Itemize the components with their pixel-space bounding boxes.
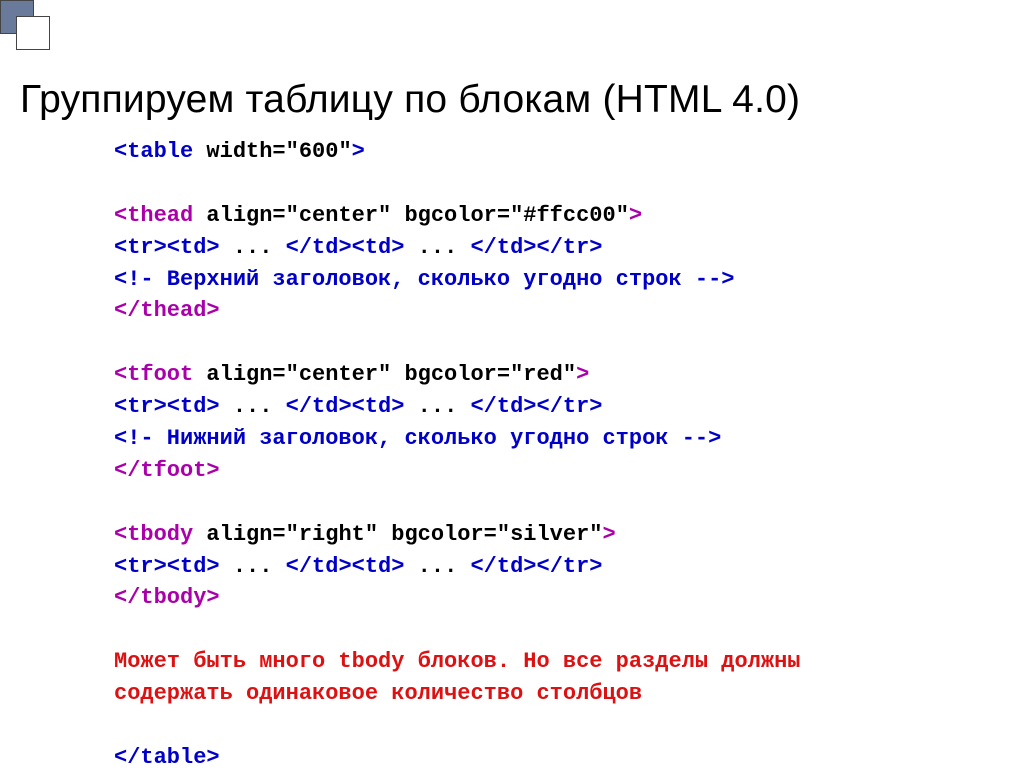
tag-table-open: <table [114, 139, 193, 164]
comment-top-header: <!- Верхний заголовок, сколько угодно ст… [114, 267, 735, 292]
tag-td-td: </td><td> [286, 554, 405, 579]
square-light [16, 16, 50, 50]
tag-tr-td: <tr><td> [114, 394, 220, 419]
tag-tbody-open: <tbody [114, 522, 193, 547]
tag-close-bracket: > [629, 203, 642, 228]
slide-bullet-decoration [0, 0, 150, 60]
attrs-thead: align="center" bgcolor="#ffcc00" [193, 203, 629, 228]
tag-td-td: </td><td> [286, 235, 405, 260]
note-line-1: Может быть много tbody блоков. Но все ра… [114, 649, 801, 674]
tag-thead-close: </thead> [114, 298, 220, 323]
ellipsis: ... [220, 554, 286, 579]
comment-bottom-header: <!- Нижний заголовок, сколько угодно стр… [114, 426, 721, 451]
tag-tr-td: <tr><td> [114, 235, 220, 260]
note-line-2: содержать одинаковое количество столбцов [114, 681, 642, 706]
tag-tbody-close: </tbody> [114, 585, 220, 610]
tag-td-tr-close: </td></tr> [470, 554, 602, 579]
ellipsis: ... [220, 394, 286, 419]
ellipsis: ... [404, 394, 470, 419]
slide-title: Группируем таблицу по блокам (HTML 4.0) [20, 78, 800, 122]
tag-close-bracket: > [352, 139, 365, 164]
ellipsis: ... [404, 235, 470, 260]
tag-table-close: </table> [114, 745, 220, 770]
tag-tr-td: <tr><td> [114, 554, 220, 579]
tag-close-bracket: > [603, 522, 616, 547]
tag-tfoot-close: </tfoot> [114, 458, 220, 483]
tag-td-tr-close: </td></tr> [470, 394, 602, 419]
attrs-tfoot: align="center" bgcolor="red" [193, 362, 576, 387]
ellipsis: ... [220, 235, 286, 260]
tag-td-tr-close: </td></tr> [470, 235, 602, 260]
code-block: <table width="600"> <thead align="center… [114, 136, 801, 774]
ellipsis: ... [404, 554, 470, 579]
attrs-tbody: align="right" bgcolor="silver" [193, 522, 602, 547]
tag-thead-open: <thead [114, 203, 193, 228]
attrs-table: width="600" [193, 139, 351, 164]
tag-tfoot-open: <tfoot [114, 362, 193, 387]
tag-close-bracket: > [576, 362, 589, 387]
tag-td-td: </td><td> [286, 394, 405, 419]
